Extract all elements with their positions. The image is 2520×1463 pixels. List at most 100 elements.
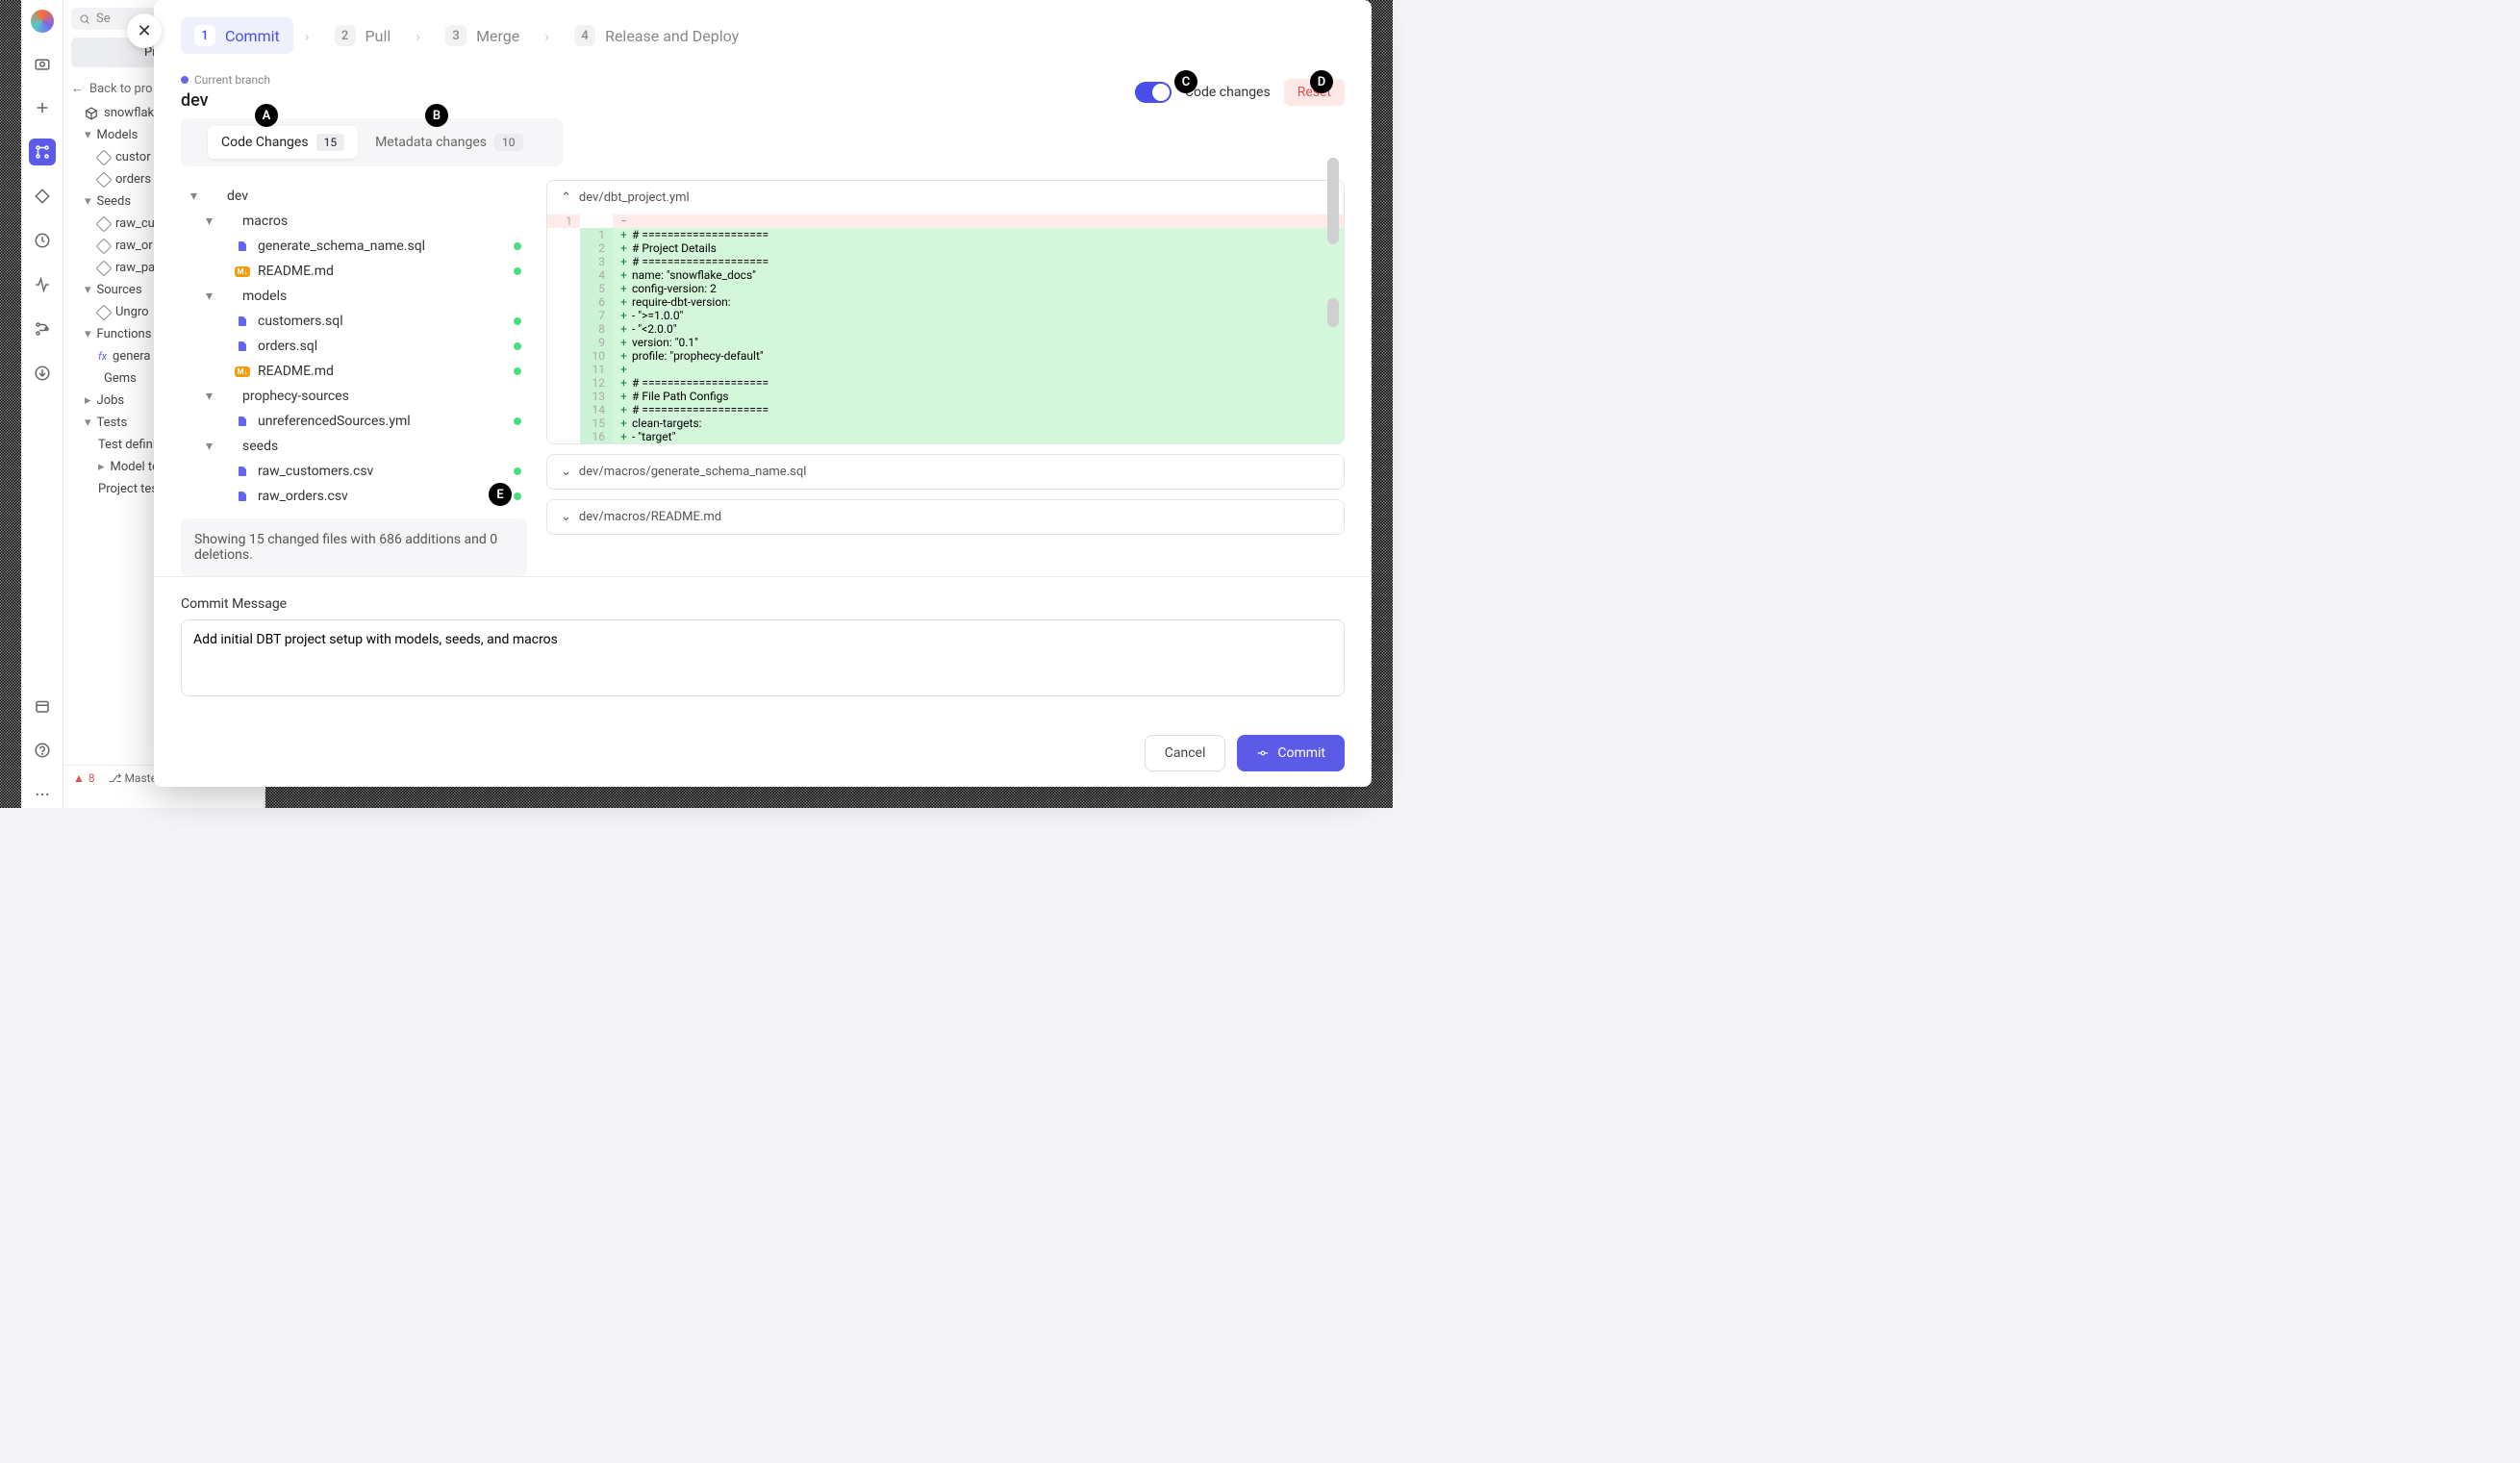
diff-line-add: +profile: "prophecy-default" <box>613 349 1344 363</box>
file-row[interactable]: M↓README.md <box>181 259 527 284</box>
line-number-new: 5 <box>580 282 613 295</box>
diff-file-header[interactable]: ⌃ dev/dbt_project.yml <box>547 181 1344 214</box>
package-icon[interactable] <box>29 693 56 719</box>
diff-line-add: +- ">=1.0.0" <box>613 309 1344 322</box>
line-number-old <box>547 390 580 403</box>
folder-row[interactable]: ▾ macros <box>181 209 527 234</box>
cancel-button[interactable]: Cancel <box>1145 735 1226 771</box>
file-row[interactable]: raw_orders.csv <box>181 484 527 509</box>
step-release[interactable]: 4Release and Deploy <box>561 17 752 54</box>
diff-line-add: +config-version: 2 <box>613 282 1344 295</box>
download-icon[interactable] <box>29 360 56 387</box>
line-number-new: 4 <box>580 268 613 282</box>
activity-icon[interactable] <box>29 271 56 298</box>
current-branch-label: Current branch <box>181 73 270 87</box>
diff-line-add: +# ==================== <box>613 255 1344 268</box>
chevron-right-icon: › <box>539 27 555 45</box>
file-row[interactable]: generate_schema_name.sql <box>181 234 527 259</box>
annotation-d: D <box>1310 70 1333 93</box>
line-number-old <box>547 309 580 322</box>
line-number-new: 3 <box>580 255 613 268</box>
folder-row[interactable]: ▾dev <box>181 184 527 209</box>
file-name: dev <box>227 189 521 204</box>
line-number-new: 1 <box>580 228 613 241</box>
added-indicator <box>514 267 521 275</box>
diff-line-add: +version: "0.1" <box>613 336 1344 349</box>
change-summary: Showing 15 changed files with 686 additi… <box>181 518 527 576</box>
error-count[interactable]: ▲ 8 <box>73 771 95 785</box>
diff-line-add: +# ==================== <box>613 376 1344 390</box>
diamond-icon[interactable] <box>29 183 56 210</box>
help-icon[interactable] <box>29 737 56 764</box>
file-icon <box>235 464 250 479</box>
caret-icon: ▾ <box>206 289 219 304</box>
chevron-down-icon: ⌄ <box>561 510 571 524</box>
chevron-right-icon: › <box>410 27 426 45</box>
file-icon <box>235 314 250 329</box>
diff-file-header[interactable]: ⌄ dev/macros/generate_schema_name.sql <box>547 455 1344 489</box>
chevron-down-icon: ⌄ <box>561 465 571 479</box>
file-name: raw_customers.csv <box>258 464 514 479</box>
graph-icon[interactable] <box>29 139 56 165</box>
diff-line-add: +clean-targets: <box>613 416 1344 430</box>
diff-line-add: +# Project Details <box>613 241 1344 255</box>
diff-line-add: +# File Path Configs <box>613 390 1344 403</box>
camera-icon[interactable] <box>29 50 56 77</box>
commit-message-label: Commit Message <box>181 596 1345 612</box>
file-row[interactable]: orders.sql <box>181 334 527 359</box>
caret-icon: ▾ <box>206 214 219 229</box>
file-row[interactable]: M↓README.md <box>181 359 527 384</box>
line-number-new: 11 <box>580 363 613 376</box>
branch-icon[interactable] <box>29 315 56 342</box>
file-icon <box>235 339 250 354</box>
folder-row[interactable]: ▾prophecy-sources <box>181 384 527 409</box>
code-changes-toggle[interactable] <box>1135 82 1172 103</box>
diff-file-collapsed: ⌄ dev/macros/generate_schema_name.sql <box>546 454 1345 490</box>
annotation-c: C <box>1174 70 1197 93</box>
line-number-old <box>547 228 580 241</box>
line-number-new: 7 <box>580 309 613 322</box>
line-number-old <box>547 255 580 268</box>
branch-status[interactable]: ⎇ Master <box>109 771 161 785</box>
file-name: raw_orders.csv <box>258 489 514 504</box>
change-tabs: Code Changes15 Metadata changes10 <box>181 118 564 166</box>
line-number-old <box>547 241 580 255</box>
plus-icon[interactable] <box>29 94 56 121</box>
step-pull[interactable]: 2Pull <box>321 17 405 54</box>
more-icon[interactable] <box>29 781 56 808</box>
file-row[interactable]: unreferencedSources.yml <box>181 409 527 434</box>
folder-row[interactable]: ▾seeds <box>181 434 527 459</box>
line-number-new: 15 <box>580 416 613 430</box>
diff-file-header[interactable]: ⌄ dev/macros/README.md <box>547 500 1344 534</box>
commit-message-input[interactable] <box>181 619 1345 696</box>
tab-metadata-changes[interactable]: Metadata changes10 <box>362 126 536 159</box>
file-icon <box>235 239 250 254</box>
workflow-steps: 1Commit › 2Pull › 3Merge › 4Release and … <box>154 0 1372 54</box>
commit-modal: ✕ 1Commit › 2Pull › 3Merge › 4Release an… <box>154 0 1372 787</box>
line-number-new: 2 <box>580 241 613 255</box>
step-commit[interactable]: 1Commit <box>181 17 293 54</box>
file-name: prophecy-sources <box>242 389 521 404</box>
close-button[interactable]: ✕ <box>127 13 162 48</box>
added-indicator <box>514 317 521 325</box>
diff-scrollbar[interactable] <box>1327 298 1339 327</box>
step-merge[interactable]: 3Merge <box>432 17 533 54</box>
line-number-old <box>547 363 580 376</box>
tab-code-changes[interactable]: Code Changes15 <box>208 126 358 159</box>
file-icon <box>235 414 250 429</box>
file-row[interactable]: raw_customers.csv <box>181 459 527 484</box>
line-number-old <box>547 295 580 309</box>
app-logo[interactable] <box>31 10 54 33</box>
file-name: macros <box>242 214 521 229</box>
diff-file-expanded: ⌃ dev/dbt_project.yml 1−1+# ============… <box>546 180 1345 444</box>
file-row[interactable]: customers.sql <box>181 309 527 334</box>
line-number-new <box>580 214 613 228</box>
folder-row[interactable]: ▾models <box>181 284 527 309</box>
chevron-up-icon: ⌃ <box>561 190 571 205</box>
clock-icon[interactable] <box>29 227 56 254</box>
diff-scrollbar[interactable] <box>1327 158 1339 244</box>
markdown-icon: M↓ <box>235 364 250 379</box>
commit-button[interactable]: Commit <box>1237 735 1345 771</box>
markdown-icon: M↓ <box>235 264 250 279</box>
line-number-old <box>547 430 580 443</box>
